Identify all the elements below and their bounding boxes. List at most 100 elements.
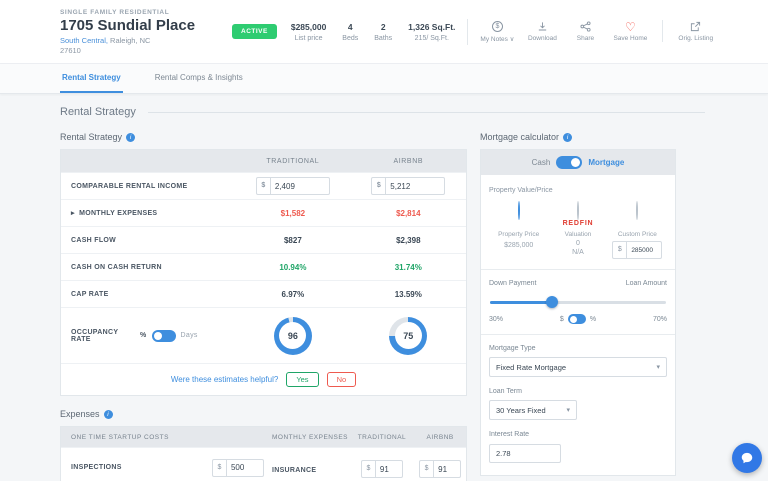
option-value: $285,000 — [489, 242, 548, 249]
share-icon — [570, 20, 600, 33]
action-label: Orig. Listing — [678, 35, 713, 42]
row-label: OCCUPANCY RATE — [71, 329, 135, 343]
down-payment-label: Down Payment — [489, 280, 536, 287]
share-button[interactable]: Share — [570, 20, 600, 42]
option-custom-price[interactable]: Custom Price $ — [608, 202, 667, 259]
insurance-traditional-cell: $ — [350, 457, 415, 478]
property-type-label: SINGLE FAMILY RESIDENTIAL — [60, 9, 232, 16]
dollar-percent-toggle[interactable] — [568, 314, 586, 324]
row-label: CASH FLOW — [61, 237, 235, 244]
option-value: 0 — [548, 240, 607, 247]
cash-mode-label[interactable]: Cash — [532, 158, 551, 167]
radio-redfin-valuation[interactable] — [577, 201, 579, 220]
property-location: South Central, Raleigh, NC — [60, 36, 232, 45]
stat-label: List price — [291, 35, 326, 42]
row-label: CAP RATE — [61, 291, 235, 298]
loan-amount-label: Loan Amount — [626, 280, 667, 287]
brand-slot — [489, 220, 548, 231]
rental-strategy-table: TRADITIONAL AIRBNB COMPARABLE RENTAL INC… — [60, 149, 467, 396]
info-icon[interactable]: i — [104, 410, 113, 419]
action-label: My Notes ∨ — [480, 35, 514, 43]
mortgage-mode-label[interactable]: Mortgage — [588, 158, 624, 167]
column-header-startup: ONE TIME STARTUP COSTS — [61, 434, 272, 441]
neighborhood-link[interactable]: South Central, — [60, 36, 108, 45]
stat-list-price: $285,000 List price — [291, 22, 326, 42]
my-notes-button[interactable]: $ My Notes ∨ — [480, 20, 514, 43]
column-header-traditional: TRADITIONAL — [350, 434, 415, 441]
unit-percent-label[interactable]: % — [590, 316, 596, 323]
monthly-expense-cell: INSURANCE — [272, 459, 350, 477]
option-label: Property Price — [489, 231, 548, 238]
occupancy-traditional-cell: 96 — [235, 311, 350, 361]
tab-rental-comps[interactable]: Rental Comps & Insights — [153, 64, 245, 93]
row-label: COMPARABLE RENTAL INCOME — [61, 183, 235, 190]
insurance-airbnb-input[interactable] — [434, 465, 460, 474]
radio-custom-price[interactable] — [636, 201, 638, 220]
section-title-text: Expenses — [60, 409, 100, 419]
header-divider — [662, 20, 663, 42]
row-label: CASH ON CASH RETURN — [61, 264, 235, 271]
monthly-expenses-expander[interactable]: ▸ MONTHLY EXPENSES — [61, 209, 235, 217]
mortgage-type-select[interactable]: Fixed Rate Mortgage ▾ — [489, 357, 667, 377]
table-header-row: TRADITIONAL AIRBNB — [61, 150, 466, 172]
column-header-airbnb: AIRBNB — [351, 158, 466, 165]
option-redfin-valuation[interactable]: REDFIN Valuation 0 N/A — [548, 202, 607, 259]
feedback-no-button[interactable]: No — [327, 372, 357, 387]
down-payment-slider-handle[interactable] — [546, 296, 558, 308]
chevron-down-icon: ▾ — [656, 363, 660, 371]
header-actions: $ My Notes ∨ Download Share ♡ Save Home … — [480, 20, 713, 43]
occupancy-airbnb-cell: 75 — [351, 311, 466, 361]
loan-term-label: Loan Term — [489, 388, 667, 395]
mortgage-section-title: Mortgage calculator i — [480, 132, 676, 142]
radio-property-price[interactable] — [518, 201, 520, 220]
unit-dollar-label[interactable]: $ — [560, 316, 564, 323]
loan-term-select[interactable]: 30 Years Fixed ▾ — [489, 400, 577, 420]
expenses-row-inspections: INSPECTIONS $ INSURANCE $ — [61, 447, 466, 481]
stat-beds: 4 Beds — [342, 22, 358, 42]
interest-rate-input[interactable] — [489, 444, 561, 463]
interest-rate-label: Interest Rate — [489, 431, 667, 438]
orig-listing-button[interactable]: Orig. Listing — [678, 20, 713, 42]
download-button[interactable]: Download — [527, 20, 557, 42]
page-heading: Rental Strategy — [60, 106, 705, 118]
traditional-income-input[interactable] — [271, 182, 329, 191]
cap-rate-airbnb: 13.59% — [351, 290, 466, 299]
cap-rate-traditional: 6.97% — [235, 290, 350, 299]
option-property-price[interactable]: Property Price $285,000 — [489, 202, 548, 259]
mortgage-body: Property Value/Price Property Price $285… — [480, 175, 676, 476]
custom-price-input-group: $ — [612, 241, 662, 259]
rental-strategy-section-title: Rental Strategy i — [60, 132, 467, 142]
table-row-cash-flow: CASH FLOW $827 $2,398 — [61, 226, 466, 253]
expenses-header-row: ONE TIME STARTUP COSTS MONTHLY EXPENSES … — [61, 427, 466, 447]
mortgage-calculator-card: Mortgage calculator i Cash Mortgage Prop… — [480, 132, 676, 476]
down-payment-units: $ % — [560, 314, 596, 324]
occupancy-value-airbnb: 75 — [395, 322, 422, 349]
info-icon[interactable]: i — [126, 133, 135, 142]
inspections-input[interactable] — [227, 463, 263, 472]
chat-launcher-button[interactable] — [732, 443, 762, 473]
feedback-yes-button[interactable]: Yes — [286, 372, 318, 387]
save-home-button[interactable]: ♡ Save Home — [613, 20, 647, 42]
tab-rental-strategy[interactable]: Rental Strategy — [60, 64, 123, 93]
occupancy-unit-toggle[interactable] — [152, 330, 176, 342]
redfin-logo: REDFIN — [548, 220, 607, 231]
startup-cost-cell: INSPECTIONS $ — [61, 459, 272, 477]
notes-dollar-icon: $ — [480, 20, 514, 33]
cash-mortgage-toggle[interactable] — [556, 156, 582, 169]
occupancy-unit-days: Days — [181, 332, 198, 339]
currency-prefix: $ — [372, 178, 386, 194]
custom-price-input[interactable] — [627, 247, 661, 254]
table-row-monthly-expenses: ▸ MONTHLY EXPENSES $1,582 $2,814 — [61, 199, 466, 226]
occupancy-unit-percent: % — [140, 332, 147, 339]
info-icon[interactable]: i — [563, 133, 572, 142]
airbnb-income-input[interactable] — [386, 182, 444, 191]
option-subvalue: N/A — [548, 249, 607, 256]
section-title-text: Mortgage calculator — [480, 132, 559, 142]
feedback-question: Were these estimates helpful? — [171, 375, 278, 384]
insurance-traditional-input[interactable] — [376, 465, 402, 474]
down-payment-slider[interactable] — [490, 296, 666, 308]
currency-prefix: $ — [257, 178, 271, 194]
stat-value: 1,326 Sq.Ft. — [408, 22, 455, 32]
table-row-occupancy-rate: OCCUPANCY RATE % Days 96 75 — [61, 307, 466, 363]
expand-icon: ▸ — [71, 210, 75, 217]
